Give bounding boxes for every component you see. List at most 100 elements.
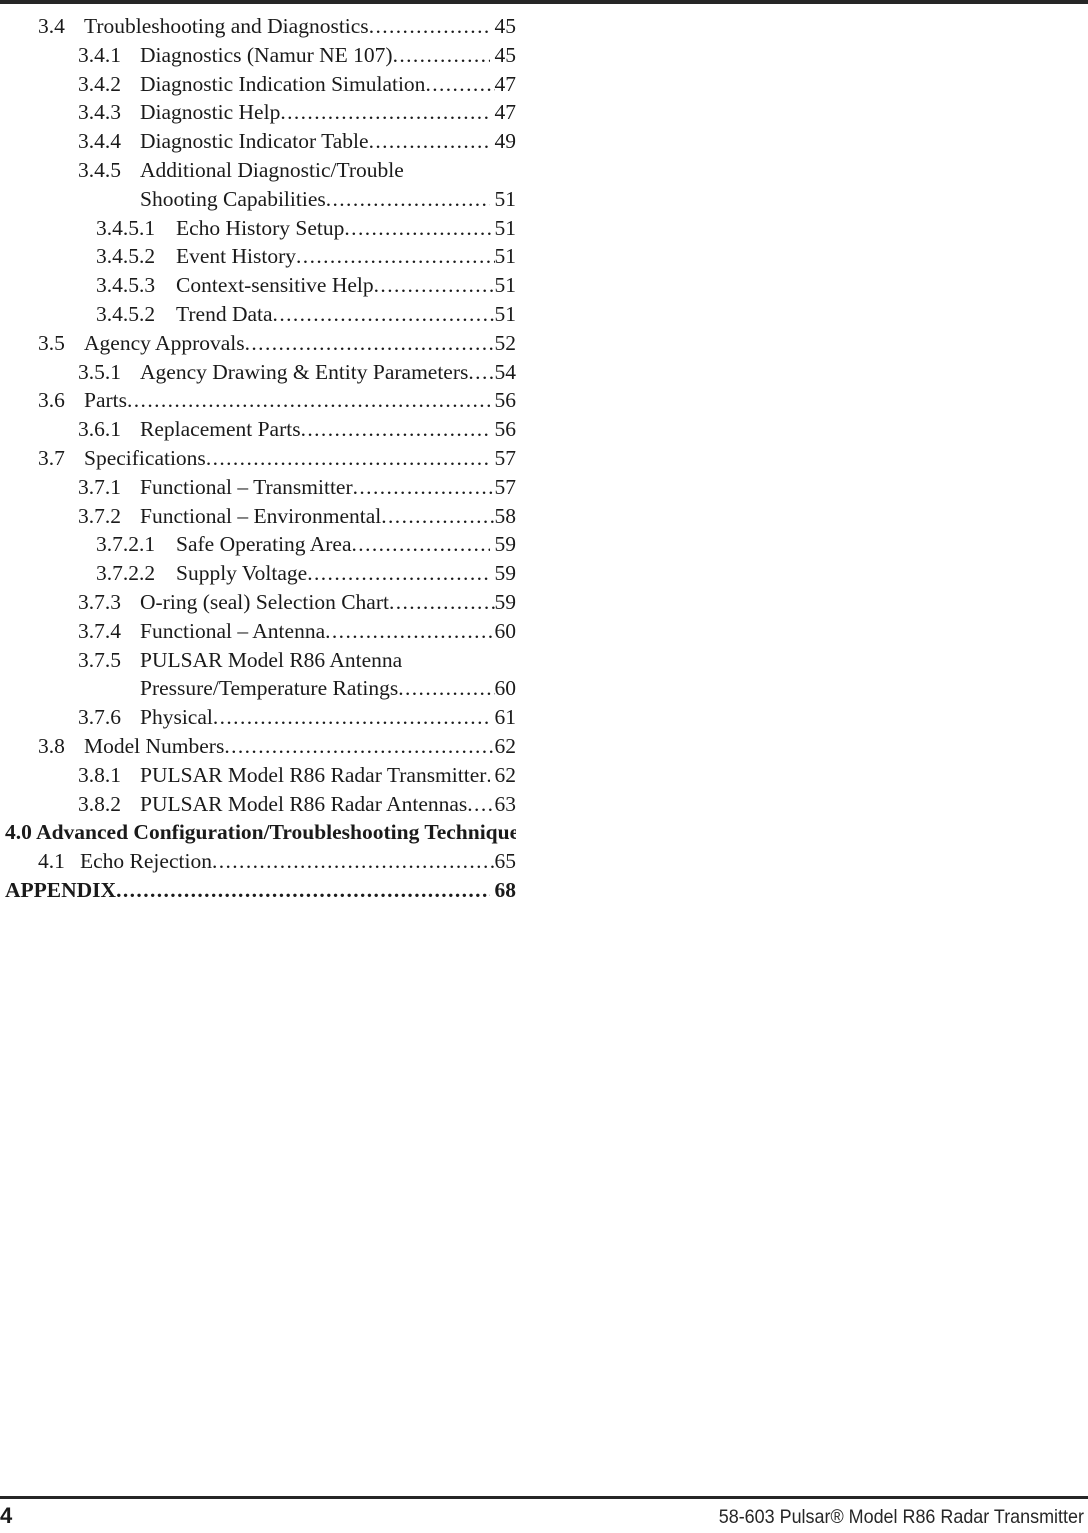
toc-leader-dots: ........................................… [296,244,494,269]
toc-entry-title: Agency Approvals [84,330,245,355]
toc-entry-page: 49 [494,129,517,154]
toc-entry-body: Pressure/Temperature Ratings............… [140,674,516,703]
toc-leader-dots: ........................................… [352,474,495,499]
toc-entry[interactable]: 3.7.4 Functional – Antenna...............… [0,617,520,646]
toc-entry[interactable]: 3.7 Specifications.......................… [0,444,520,473]
toc-entry[interactable]: 3.7.6 Physical...........................… [0,703,520,732]
toc-leader-dots: ........................................… [368,14,490,38]
toc-entry[interactable]: 3.4.2 Diagnostic Indication Simulation...… [0,70,520,99]
toc-entry[interactable]: 3.6.1 Replacement Parts..................… [0,415,520,444]
toc-leader-dots: ........................................… [425,71,494,96]
toc-entry[interactable]: 3.4.5.2 Trend Data.......................… [0,300,520,329]
toc-leader-dots: ........................................… [388,589,495,614]
toc-entry[interactable]: 3.4.5.2 Event History....................… [0,242,520,271]
toc-leader-dots: ........................................… [368,129,490,154]
toc-entry-page: 51 [494,186,517,211]
toc-leader-dots: ........................................… [325,618,495,643]
toc-entry-title: O-ring (seal) Selection Chart [140,589,389,614]
toc-entry-number: 4.1 [38,849,65,874]
toc-entry-number: 3.5 [38,330,65,355]
toc-entry-body: Physical................................… [140,703,516,732]
toc-entry-body: Echo History Setup......................… [176,214,516,243]
toc-entry-page: 56 [494,417,517,442]
toc-entry-body: O-ring (seal) Selection Chart...........… [140,588,516,617]
toc-entry[interactable]: 3.4.5.3 Context-sensitive Help...........… [0,271,520,300]
toc-entry-body: Diagnostic Help.........................… [140,98,516,127]
toc-entry-body: PULSAR Model R86 Antenna [140,646,516,675]
toc-entry-title: Functional – Transmitter [140,474,353,499]
toc-entry-body: Troubleshooting and Diagnostics.........… [84,12,516,41]
toc-entry-body: Additional Diagnostic/Trouble [140,156,516,185]
toc-entry-number: 3.7.6 [78,705,121,730]
toc-entry-body: Diagnostics (Namur NE 107)..............… [140,41,516,70]
toc-entry-page: 63 [494,791,517,816]
toc-entry[interactable]: 3.4.5 Additional Diagnostic/Trouble [0,156,520,185]
toc-leader-dots: ........................................… [344,215,494,240]
toc-entry-body: Shooting Capabilities...................… [140,185,516,214]
toc-entry-number: 3.7.5 [78,647,121,672]
toc-entry-page: 60 [494,676,517,701]
toc-entry-number: 3.4.5.3 [96,273,156,298]
toc-entry[interactable]: 3.4.1 Diagnostics (Namur NE 107).........… [0,41,520,70]
toc-entry-page: 56 [494,388,517,413]
toc-leader-dots: ........................................… [398,676,494,701]
toc-entry-title: PULSAR Model R86 Radar Transmitter [140,762,487,787]
toc-leader-dots: ........................................… [280,100,490,125]
toc-entry[interactable]: Pressure/Temperature Ratings............… [0,674,520,703]
toc-leader-dots: ........................................… [244,330,495,355]
toc-leader-dots: ........................................… [205,445,490,470]
toc-entry-page: 59 [494,589,517,614]
toc-entry-body: Trend Data..............................… [176,300,516,329]
toc-entry-body: Specifications..........................… [84,444,516,473]
table-of-contents: 3.4 Troubleshooting and Diagnostics......… [0,12,520,905]
toc-entry-number: 3.7.2 [78,503,121,528]
toc-entry[interactable]: 3.6 Parts................................… [0,386,520,415]
toc-entry[interactable]: 3.5.1 Agency Drawing & Entity Parameters.… [0,358,520,387]
toc-entry-title: Diagnostic Indication Simulation [140,71,426,96]
toc-entry[interactable]: 3.7.2 Functional – Environmental.........… [0,502,520,531]
toc-leader-dots: ........................................… [224,733,494,758]
toc-entry[interactable]: 3.4 Troubleshooting and Diagnostics......… [0,12,520,41]
toc-entry[interactable]: 3.4.4 Diagnostic Indicator Table.........… [0,127,520,156]
toc-entry[interactable]: 3.5 Agency Approvals.....................… [0,329,520,358]
toc-entry-page: 52 [494,330,517,355]
toc-entry[interactable]: 3.4.3 Diagnostic Help....................… [0,98,520,127]
toc-entry[interactable]: 3.7.1 Functional – Transmitter...........… [0,473,520,502]
toc-entry-page: 59 [494,561,517,586]
toc-entry[interactable]: 4.1 Echo Rejection.......................… [0,847,520,876]
toc-entry-page: 59 [494,532,517,557]
toc-entry-body: PULSAR Model R86 Radar Transmitter......… [140,761,516,790]
toc-entry-number: 3.6 [38,388,65,413]
toc-entry-page: 68 [494,877,517,902]
toc-entry[interactable]: 3.8.1 PULSAR Model R86 Radar Transmitter.… [0,761,520,790]
toc-entry-number: 3.8.2 [78,791,121,816]
toc-entry[interactable]: 3.7.5 PULSAR Model R86 Antenna [0,646,520,675]
toc-entry-number: 3.4.3 [78,100,121,125]
toc-entry-body: Model Numbers...........................… [84,732,516,761]
toc-entry-body: Agency Drawing & Entity Parameters......… [140,358,516,387]
toc-entry[interactable]: 3.7.2.1 Safe Operating Area..............… [0,530,520,559]
toc-entry-title: Functional – Antenna [140,618,326,643]
toc-entry-page: 60 [494,618,517,643]
toc-entry[interactable]: 4.0 Advanced Configuration/Troubleshooti… [0,818,520,847]
toc-entry[interactable]: 3.7.2.2 Supply Voltage...................… [0,559,520,588]
toc-leader-dots: ........................................… [381,503,494,528]
toc-entry-title: Echo Rejection [80,849,212,874]
toc-entry-number: 3.7.3 [78,589,121,614]
toc-entry-number: 3.7.1 [78,474,121,499]
toc-leader-dots: ........................................… [307,561,490,586]
toc-entry[interactable]: 3.4.5.1 Echo History Setup...............… [0,214,520,243]
toc-entry-page: 51 [494,273,517,298]
toc-entry-body: Diagnostic Indicator Table..............… [140,127,516,156]
toc-leader-dots: ........................................… [211,849,495,874]
toc-entry[interactable]: 3.8.2 PULSAR Model R86 Radar Antennas....… [0,790,520,819]
toc-entry-number: 3.4 [38,14,65,38]
toc-entry[interactable]: 3.7.3 O-ring (seal) Selection Chart......… [0,588,520,617]
toc-entry-title: Shooting Capabilities [140,186,326,211]
toc-entry-title: Functional – Environmental [140,503,382,528]
toc-entry[interactable]: APPENDIX................................… [0,876,520,905]
toc-entry-title: Echo History Setup [176,215,345,240]
toc-leader-dots: ........................................… [127,388,490,413]
toc-entry[interactable]: 3.8 Model Numbers........................… [0,732,520,761]
toc-entry[interactable]: Shooting Capabilities...................… [0,185,520,214]
